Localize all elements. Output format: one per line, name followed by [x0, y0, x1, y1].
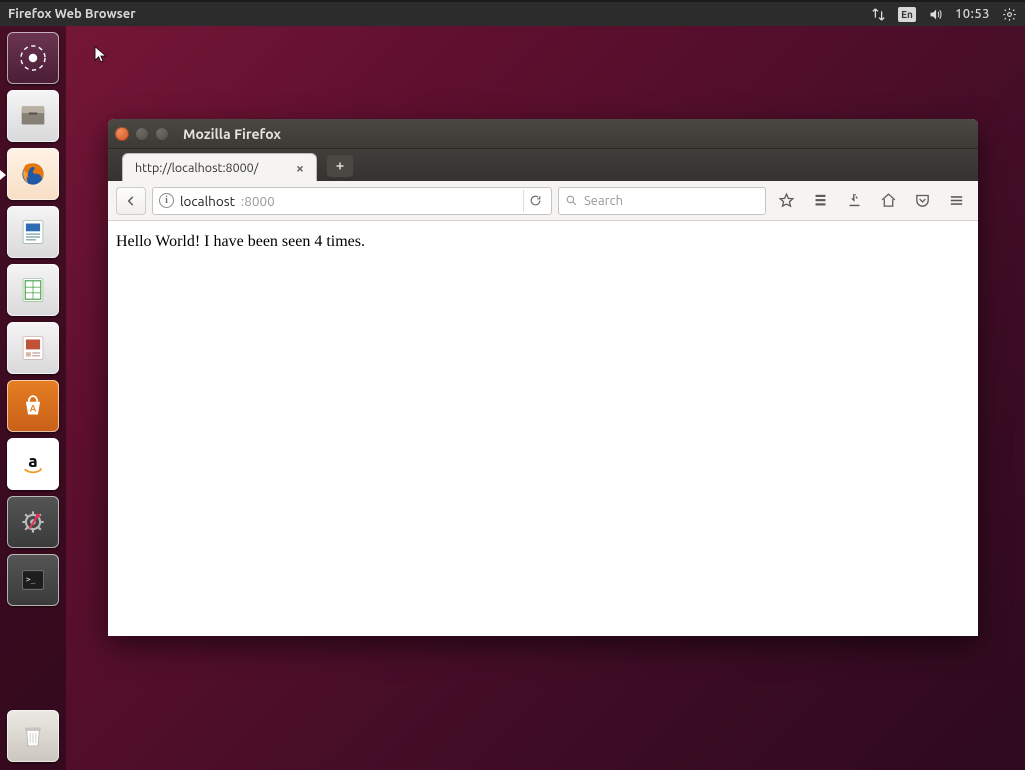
- svg-text:a: a: [28, 452, 37, 471]
- keyboard-layout-indicator[interactable]: En: [898, 7, 916, 22]
- search-placeholder: Search: [584, 194, 623, 208]
- launcher-dash[interactable]: [7, 32, 59, 84]
- url-host: localhost: [180, 193, 235, 209]
- network-icon[interactable]: [871, 7, 886, 22]
- launcher-firefox[interactable]: [7, 148, 59, 200]
- menu-bar: Firefox Web Browser En 10:53: [0, 0, 1025, 26]
- system-tray: En 10:53: [871, 7, 1017, 22]
- new-tab-button[interactable]: [327, 155, 353, 177]
- window-title: Mozilla Firefox: [183, 126, 281, 142]
- volume-icon[interactable]: [928, 7, 943, 22]
- pocket-icon[interactable]: [908, 187, 936, 215]
- reload-button[interactable]: [523, 190, 547, 212]
- launcher-writer[interactable]: [7, 206, 59, 258]
- launcher-files[interactable]: [7, 90, 59, 142]
- launcher-trash[interactable]: [7, 710, 59, 762]
- hamburger-menu-icon[interactable]: [942, 187, 970, 215]
- launcher-calc[interactable]: [7, 264, 59, 316]
- svg-text:A: A: [30, 403, 37, 414]
- bookmarks-list-icon[interactable]: [806, 187, 834, 215]
- url-port: :8000: [241, 193, 275, 209]
- window-close-button[interactable]: [115, 127, 129, 141]
- page-content: Hello World! I have been seen 4 times.: [108, 221, 978, 636]
- search-icon: [565, 194, 578, 207]
- url-bar[interactable]: i localhost :8000: [152, 187, 552, 215]
- downloads-icon[interactable]: [840, 187, 868, 215]
- launcher-impress[interactable]: [7, 322, 59, 374]
- site-identity-icon[interactable]: i: [159, 193, 174, 208]
- mouse-cursor: [94, 46, 109, 70]
- browser-tab-active[interactable]: http://localhost:8000/ ×: [122, 153, 317, 181]
- back-button[interactable]: [116, 187, 146, 215]
- home-icon[interactable]: [874, 187, 902, 215]
- launcher-software[interactable]: A: [7, 380, 59, 432]
- window-minimize-button[interactable]: [135, 127, 149, 141]
- window-titlebar[interactable]: Mozilla Firefox: [108, 119, 978, 149]
- tab-close-icon[interactable]: ×: [292, 160, 308, 176]
- bookmark-star-icon[interactable]: [772, 187, 800, 215]
- tab-label: http://localhost:8000/: [135, 161, 288, 175]
- session-gear-icon[interactable]: [1002, 7, 1017, 22]
- launcher-amazon[interactable]: a: [7, 438, 59, 490]
- window-maximize-button[interactable]: [155, 127, 169, 141]
- clock[interactable]: 10:53: [955, 7, 990, 21]
- launcher-dock: A a >_: [0, 26, 66, 770]
- tab-strip: http://localhost:8000/ ×: [108, 149, 978, 181]
- search-bar[interactable]: Search: [558, 187, 766, 215]
- launcher-terminal[interactable]: >_: [7, 554, 59, 606]
- svg-text:>_: >_: [26, 575, 36, 584]
- nav-toolbar: i localhost :8000 Search: [108, 181, 978, 221]
- page-body-text: Hello World! I have been seen 4 times.: [116, 233, 365, 250]
- firefox-window: Mozilla Firefox http://localhost:8000/ ×…: [108, 119, 978, 636]
- launcher-settings[interactable]: [7, 496, 59, 548]
- active-app-title: Firefox Web Browser: [8, 7, 871, 21]
